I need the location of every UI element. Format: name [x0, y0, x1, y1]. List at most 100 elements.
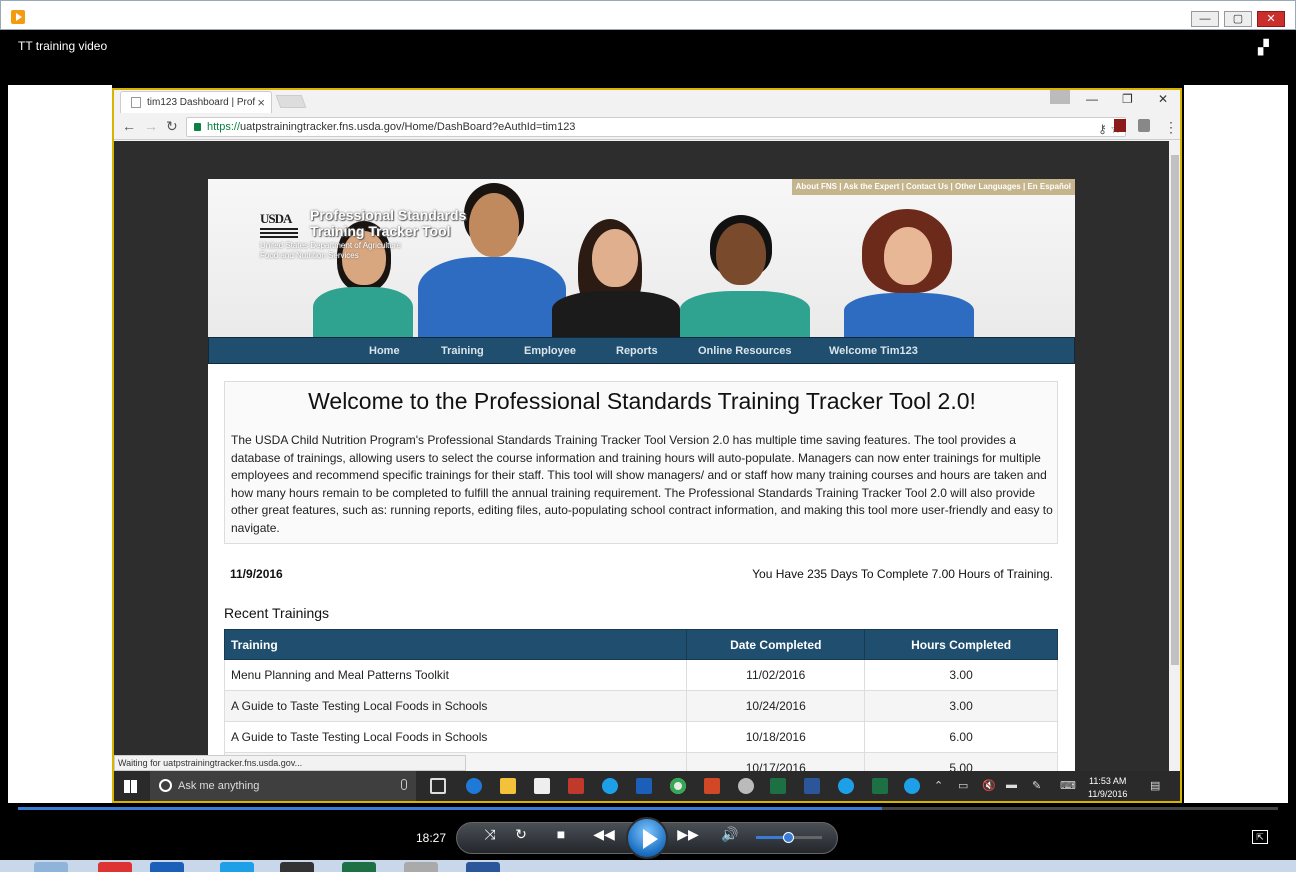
address-bar[interactable]: https://uatpstrainingtracker.fns.usda.go… [186, 117, 1126, 137]
pdf-extension-icon[interactable] [1114, 119, 1126, 132]
volume-slider[interactable] [756, 832, 822, 843]
cortana-search-box[interactable]: Ask me anything [150, 771, 416, 801]
play-button[interactable] [626, 817, 668, 859]
host-taskbar-app-icon[interactable] [220, 862, 254, 872]
host-taskbar-app-icon[interactable] [98, 862, 132, 872]
nav-item-reports[interactable]: Reports [616, 345, 658, 357]
browser-window: tim123 Dashboard | Prof × — ❐ ✕ ← → ↻ ht… [112, 88, 1182, 803]
extension-icon[interactable] [1138, 119, 1150, 132]
fullscreen-icon[interactable]: ⇱ [1252, 830, 1268, 844]
training-name-cell: A Guide to Taste Testing Local Foods in … [223, 690, 688, 722]
outlook-icon[interactable] [636, 778, 652, 794]
fast-forward-icon[interactable]: ▶▶ [676, 826, 700, 843]
player-maximize-button[interactable]: ▢ [1224, 11, 1252, 27]
task-view-icon[interactable] [430, 778, 446, 794]
dept-line-2: Food and Nutrition Services [260, 251, 359, 260]
usda-logo-text: USDA [260, 211, 292, 226]
rewind-icon[interactable]: ◀◀ [592, 826, 616, 843]
help-icon[interactable] [904, 778, 920, 794]
nav-item-welcome-user[interactable]: Welcome Tim123 [829, 345, 918, 357]
nav-item-online-resources[interactable]: Online Resources [698, 345, 792, 357]
host-taskbar-app-icon[interactable] [404, 862, 438, 872]
volume-slider-knob[interactable] [783, 832, 794, 843]
table-row[interactable]: A Guide to Taste Testing Local Foods in … [223, 721, 1058, 753]
excel-icon[interactable] [770, 778, 786, 794]
edge-browser-icon[interactable] [466, 778, 482, 794]
days-remaining-notice: You Have 235 Days To Complete 7.00 Hours… [752, 567, 1053, 581]
department-subtitle: United States Department of Agriculture … [260, 241, 401, 261]
column-header-training[interactable]: Training [223, 629, 688, 660]
column-header-date[interactable]: Date Completed [686, 629, 866, 660]
top-utility-links[interactable]: About FNS | Ask the Expert | Contact Us … [791, 179, 1075, 195]
column-header-hours[interactable]: Hours Completed [864, 629, 1058, 660]
tab-title: tim123 Dashboard | Prof [147, 97, 256, 108]
internet-explorer-icon[interactable] [838, 778, 854, 794]
windows-start-icon[interactable] [124, 780, 137, 793]
back-arrow-icon[interactable]: ← [122, 118, 136, 134]
browser-restore-icon[interactable]: ❐ [1122, 92, 1133, 106]
player-minimize-button[interactable]: — [1191, 11, 1219, 27]
player-header: TT training video ▞ [8, 31, 1288, 85]
pen-icon[interactable]: ✎ [1032, 779, 1041, 792]
powerpoint-icon[interactable] [704, 778, 720, 794]
date-completed-cell: 10/24/2016 [686, 690, 866, 722]
nav-item-training[interactable]: Training [441, 345, 484, 357]
volume-muted-icon[interactable]: 🔇 [982, 779, 996, 792]
table-row[interactable]: A Guide to Taste Testing Local Foods in … [223, 690, 1058, 722]
page-favicon-icon [131, 97, 141, 108]
keyboard-icon[interactable]: ⌨ [1060, 779, 1076, 792]
skype-icon[interactable] [602, 778, 618, 794]
browser-close-icon[interactable]: ✕ [1158, 92, 1168, 106]
training-name-cell: A Guide to Taste Testing Local Foods in … [223, 721, 688, 753]
video-title: TT training video [18, 39, 108, 53]
shrink-view-icon[interactable]: ▞ [1258, 39, 1276, 55]
network-tray-icon[interactable]: ▭ [958, 779, 968, 792]
usda-logo[interactable]: USDA [260, 211, 298, 238]
nav-item-employee[interactable]: Employee [524, 345, 576, 357]
acrobat-icon[interactable] [568, 778, 584, 794]
tray-chevron-icon[interactable]: ⌃ [934, 779, 943, 792]
host-taskbar-app-icon[interactable] [466, 862, 500, 872]
battery-icon[interactable]: ▬ [1006, 779, 1017, 791]
person-illustration [680, 215, 810, 337]
host-taskbar-app-icon[interactable] [280, 862, 314, 872]
page-scrollbar[interactable] [1170, 141, 1180, 801]
web-page: About FNS | Ask the Expert | Contact Us … [208, 179, 1075, 801]
new-tab-button[interactable] [275, 95, 307, 108]
host-taskbar-app-icon[interactable] [150, 862, 184, 872]
stop-icon[interactable]: ■ [549, 826, 573, 842]
host-taskbar-strip [0, 860, 1296, 872]
network-app-icon[interactable] [738, 778, 754, 794]
repeat-icon[interactable]: ↻ [509, 826, 533, 843]
taskbar-clock[interactable]: 11:53 AM 11/9/2016 [1088, 775, 1127, 801]
forward-arrow-icon[interactable]: → [144, 118, 158, 134]
host-taskbar-app-icon[interactable] [34, 862, 68, 872]
action-center-icon[interactable]: ▤ [1150, 779, 1160, 792]
profile-icon[interactable] [1050, 90, 1070, 104]
scrollbar-thumb[interactable] [1171, 155, 1179, 665]
player-left-margin [8, 85, 112, 803]
file-explorer-icon[interactable] [500, 778, 516, 794]
store-icon[interactable] [534, 778, 550, 794]
search-placeholder: Ask me anything [178, 780, 260, 792]
project-app-icon[interactable] [872, 778, 888, 794]
person-illustration [552, 219, 680, 337]
loading-status: Waiting for uatpstrainingtracker.fns.usd… [114, 755, 466, 771]
shuffle-icon[interactable]: ⤨ [478, 826, 502, 843]
microphone-icon[interactable] [401, 779, 407, 790]
browser-tab[interactable]: tim123 Dashboard | Prof × [120, 91, 272, 113]
tab-close-icon[interactable]: × [257, 95, 265, 110]
host-taskbar-app-icon[interactable] [342, 862, 376, 872]
volume-icon[interactable]: 🔊 [718, 826, 742, 843]
word-icon[interactable] [804, 778, 820, 794]
table-row[interactable]: Menu Planning and Meal Patterns Toolkit … [223, 659, 1058, 691]
usda-logo-stripes [260, 228, 298, 238]
table-header-row: Training Date Completed Hours Completed [223, 629, 1058, 660]
nav-item-home[interactable]: Home [369, 345, 400, 357]
seek-bar[interactable] [18, 807, 1278, 810]
player-close-button[interactable]: ✕ [1257, 11, 1285, 27]
chrome-icon[interactable] [670, 778, 686, 794]
browser-minimize-icon[interactable]: — [1086, 92, 1098, 106]
menu-kebab-icon[interactable]: ⋮ [1164, 119, 1178, 136]
reload-icon[interactable]: ↻ [166, 118, 178, 135]
